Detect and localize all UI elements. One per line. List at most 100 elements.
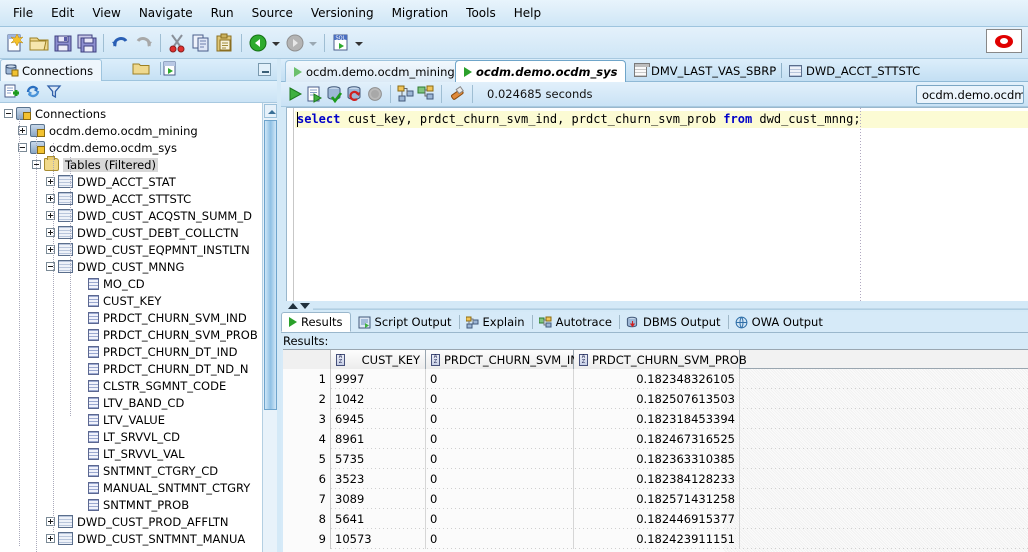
filter-icon[interactable] [46, 84, 62, 99]
menu-versioning[interactable]: Versioning [302, 3, 383, 23]
paste-icon[interactable] [214, 32, 236, 54]
tree-collapse-icon[interactable] [4, 109, 13, 118]
column-header-prdct-churn-svm-prob[interactable]: AZ PRDCT_CHURN_SVM_PROB [574, 350, 740, 369]
tree-item[interactable]: LT_SRVVL_VAL [0, 445, 262, 462]
open-folder-icon[interactable] [28, 32, 50, 54]
commit-icon[interactable] [326, 85, 344, 103]
oracle-logo-button[interactable] [986, 29, 1022, 53]
refresh-icon[interactable] [25, 84, 41, 99]
tree-item[interactable]: SNTMNT_CTGRY_CD [0, 462, 262, 479]
table-cell[interactable]: 0 [426, 449, 574, 469]
autotrace-icon[interactable] [417, 85, 435, 103]
table-cell[interactable]: 8961 [331, 429, 426, 449]
tree-item[interactable]: DWD_ACCT_STTSTC [0, 190, 262, 207]
redo-icon[interactable] [133, 32, 155, 54]
tab-script-output[interactable]: Script Output [351, 312, 459, 332]
tree-item[interactable]: DWD_CUST_SNTMNT_MANUA [0, 530, 262, 547]
menu-source[interactable]: Source [243, 3, 302, 23]
table-cell[interactable]: 0 [426, 489, 574, 509]
tab-results[interactable]: Results [281, 312, 351, 332]
table-cell[interactable]: 3523 [331, 469, 426, 489]
tree-vertical-scrollbar[interactable] [262, 103, 277, 552]
table-cell[interactable]: 0 [426, 429, 574, 449]
tree-item[interactable]: PRDCT_CHURN_SVM_IND [0, 309, 262, 326]
tree-item[interactable]: DWD_CUST_DEBT_COLLCTN [0, 224, 262, 241]
tree-item[interactable]: ocdm.demo.ocdm_sys [0, 139, 262, 156]
tree-item[interactable]: MANUAL_SNTMNT_CTGRY [0, 479, 262, 496]
tab-owa-output[interactable]: OWA Output [728, 312, 830, 332]
tree-item[interactable]: MO_CD [0, 275, 262, 292]
sql-worksheet-icon[interactable] [160, 61, 180, 79]
tab-ocdm-demo-ocdm-sys[interactable]: ocdm.demo.ocdm_sys [455, 60, 626, 82]
menu-view[interactable]: View [83, 3, 129, 23]
tab-explain[interactable]: Explain [459, 312, 532, 332]
undo-icon[interactable] [109, 32, 131, 54]
menu-navigate[interactable]: Navigate [130, 3, 202, 23]
table-row[interactable]: 8564100.182446915377 [283, 509, 1028, 529]
tree-expand-icon[interactable] [46, 534, 55, 543]
scroll-up-button[interactable] [264, 104, 277, 118]
table-cell[interactable]: 0.182423911151 [574, 529, 740, 549]
horizontal-splitter[interactable] [281, 301, 1028, 312]
tab-dbms-output[interactable]: DBMS Output [619, 312, 728, 332]
table-cell[interactable]: 10573 [331, 529, 426, 549]
tree-item[interactable]: DWD_CUST_PROD_AFFLTN [0, 513, 262, 530]
tab-dmv-last-vas-sbrp[interactable]: DMV_LAST_VAS_SBRP [626, 60, 784, 82]
tab-autotrace[interactable]: Autotrace [532, 312, 619, 332]
table-cell[interactable]: 0.182348326105 [574, 369, 740, 389]
table-cell[interactable]: 0 [426, 529, 574, 549]
tree-item[interactable]: PRDCT_CHURN_SVM_PROB [0, 326, 262, 343]
execute-statement-icon[interactable] [286, 85, 304, 103]
table-cell[interactable]: 0 [426, 469, 574, 489]
tree-item[interactable]: Connections [0, 105, 262, 122]
tree-item[interactable]: LTV_BAND_CD [0, 394, 262, 411]
column-header-cust-key[interactable]: AZ CUST_KEY [331, 350, 426, 369]
splitter-bar[interactable] [313, 308, 1028, 310]
tab-dwd-acct-sttstc[interactable]: DWD_ACCT_STTSTC [781, 60, 928, 82]
connections-tree[interactable]: Connectionsocdm.demo.ocdm_miningocdm.dem… [0, 103, 262, 552]
copy-icon[interactable] [190, 32, 212, 54]
save-all-icon[interactable] [76, 32, 98, 54]
menu-migration[interactable]: Migration [383, 3, 458, 23]
menu-file[interactable]: File [4, 3, 42, 23]
scrollbar-thumb[interactable] [264, 120, 277, 410]
table-row[interactable]: 5573500.182363310385 [283, 449, 1028, 469]
table-row[interactable]: 2104200.182507613503 [283, 389, 1028, 409]
table-cell[interactable]: 5735 [331, 449, 426, 469]
explain-plan-icon[interactable] [397, 85, 415, 103]
tree-item[interactable]: ocdm.demo.ocdm_mining [0, 122, 262, 139]
tree-item[interactable]: SNTMNT_PROB [0, 496, 262, 513]
table-cell[interactable]: 0.182467316525 [574, 429, 740, 449]
menu-edit[interactable]: Edit [42, 3, 83, 23]
column-header-prdct-churn-svm-ind[interactable]: AZ PRDCT_CHURN_SVM_IND [426, 350, 574, 369]
table-cell[interactable]: 9997 [331, 369, 426, 389]
table-cell[interactable]: 6945 [331, 409, 426, 429]
table-row[interactable]: 4896100.182467316525 [283, 429, 1028, 449]
save-icon[interactable] [52, 32, 74, 54]
table-cell[interactable]: 3089 [331, 489, 426, 509]
table-row[interactable]: 91057300.182423911151 [283, 529, 1028, 549]
connection-selector[interactable]: ocdm.demo.ocdm_s [916, 85, 1024, 104]
table-cell[interactable]: 0.182318453394 [574, 409, 740, 429]
tree-item[interactable]: LT_SRVVL_CD [0, 428, 262, 445]
menu-help[interactable]: Help [505, 3, 550, 23]
navigate-back-dropdown-icon[interactable] [270, 33, 281, 53]
table-cell[interactable]: 5641 [331, 509, 426, 529]
rollback-icon[interactable] [346, 85, 364, 103]
run-script-icon[interactable] [306, 85, 324, 103]
tree-item[interactable]: LTV_VALUE [0, 411, 262, 428]
clear-icon[interactable] [448, 85, 466, 103]
results-grid[interactable]: AZ CUST_KEY AZ PRDCT_CHURN_SVM_IND AZ PR… [283, 349, 1028, 552]
new-sql-worksheet-dropdown-icon[interactable] [353, 33, 364, 53]
tree-item[interactable]: DWD_ACCT_STAT [0, 173, 262, 190]
tree-item[interactable]: Tables (Filtered) [0, 156, 262, 173]
tree-item[interactable]: DWD_CUST_MNNG [0, 258, 262, 275]
tab-ocdm-demo-ocdm-mining[interactable]: ocdm.demo.ocdm_mining [285, 60, 464, 82]
menu-run[interactable]: Run [202, 3, 243, 23]
table-row[interactable]: 3694500.182318453394 [283, 409, 1028, 429]
splitter-collapse-down-icon[interactable] [300, 303, 310, 309]
tree-item[interactable]: CLSTR_SGMNT_CODE [0, 377, 262, 394]
tab-connections[interactable]: Connections [0, 59, 102, 81]
tree-item[interactable]: PRDCT_CHURN_DT_IND [0, 343, 262, 360]
table-cell[interactable]: 0 [426, 369, 574, 389]
